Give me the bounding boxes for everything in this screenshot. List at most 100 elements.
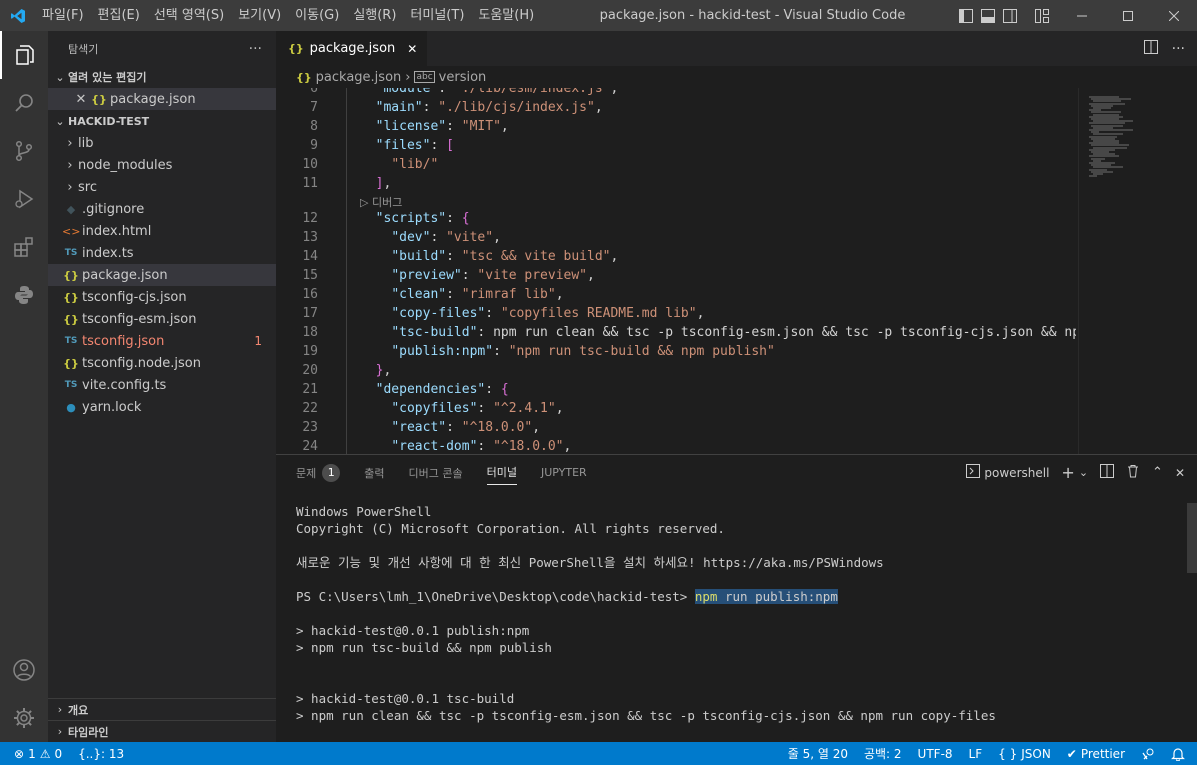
- tree-item-tsconfig-cjs-json[interactable]: {} tsconfig-cjs.json: [48, 286, 276, 308]
- error-icon: ⊗: [14, 746, 25, 761]
- encoding-status[interactable]: UTF-8: [910, 742, 961, 765]
- menu-run[interactable]: 실행(R): [346, 0, 403, 31]
- maximize-icon[interactable]: [1105, 0, 1151, 31]
- minimap[interactable]: [1078, 88, 1183, 454]
- tree-item-lib[interactable]: › lib: [48, 132, 276, 154]
- tree-item-label: index.ts: [82, 245, 134, 261]
- close-window-icon[interactable]: [1151, 0, 1197, 31]
- terminal-output[interactable]: Windows PowerShell Copyright (C) Microso…: [296, 503, 1176, 724]
- editor-tabs: {} package.json ✕ ···: [276, 31, 1197, 66]
- tab-problems[interactable]: 문제 1: [296, 455, 341, 490]
- close-panel-icon[interactable]: ✕: [1175, 466, 1185, 480]
- open-editors-section[interactable]: ⌄ 열려 있는 편집기: [48, 66, 276, 88]
- terminal-line: > hackid-test@0.0.1 tsc-build: [296, 691, 515, 706]
- outline-section[interactable]: › 개요: [48, 698, 276, 720]
- new-terminal-button[interactable]: + ⌄: [1061, 463, 1088, 482]
- breadcrumb-file[interactable]: package.json: [316, 70, 402, 85]
- code-text: "dev": "vite",: [391, 230, 501, 245]
- problems-status[interactable]: ⊗ 1 ⚠ 0: [0, 742, 70, 765]
- customize-layout-icon[interactable]: [1034, 8, 1050, 24]
- line-number: 8: [310, 119, 318, 134]
- split-terminal-icon[interactable]: [1100, 464, 1115, 481]
- toggle-secondary-sidebar-icon[interactable]: [1002, 8, 1018, 24]
- language-mode[interactable]: { } JSON: [990, 742, 1059, 765]
- tree-item-tsconfig-esm-json[interactable]: {} tsconfig-esm.json: [48, 308, 276, 330]
- breadcrumb-symbol[interactable]: version: [439, 70, 487, 85]
- more-actions-button[interactable]: ···: [249, 41, 262, 57]
- explorer-icon[interactable]: [0, 31, 48, 79]
- python-icon[interactable]: [0, 271, 48, 319]
- tab-terminal[interactable]: 터미널: [486, 461, 517, 485]
- codelens-label: 디버그: [371, 196, 403, 209]
- cursor-position[interactable]: 줄 5, 열 20: [780, 742, 856, 765]
- toggle-sidebar-icon[interactable]: [958, 8, 974, 24]
- close-icon[interactable]: ✕: [72, 92, 90, 107]
- tree-item-index-ts[interactable]: TS index.ts: [48, 242, 276, 264]
- account-icon[interactable]: [0, 646, 48, 694]
- line-number: 18: [302, 325, 318, 340]
- menu-help[interactable]: 도움말(H): [471, 0, 541, 31]
- menu-file[interactable]: 파일(F): [35, 0, 91, 31]
- tree-item-index-html[interactable]: <> index.html: [48, 220, 276, 242]
- chevron-down-icon[interactable]: ⌄: [1079, 466, 1088, 479]
- open-editor-item[interactable]: ✕ {} package.json: [48, 88, 276, 110]
- code-line: 15 "preview": "vite preview",: [276, 266, 1076, 285]
- activity-bar: [0, 31, 48, 742]
- live-share-icon[interactable]: [1133, 742, 1163, 765]
- prettier-status[interactable]: ✔ Prettier: [1059, 742, 1133, 765]
- explorer-header: 탐색기 ···: [48, 31, 276, 66]
- indentation-status[interactable]: 공백: 2: [856, 742, 910, 765]
- toggle-panel-icon[interactable]: [980, 8, 996, 24]
- terminal-select[interactable]: powershell: [966, 464, 1049, 481]
- line-number: 19: [302, 344, 318, 359]
- warning-count: 0: [54, 746, 63, 761]
- chevron-right-icon: ›: [405, 69, 411, 85]
- tree-item-tsconfig-node-json[interactable]: {} tsconfig.node.json: [48, 352, 276, 374]
- tree-item-yarn-lock[interactable]: ● yarn.lock: [48, 396, 276, 418]
- tree-item-label: tsconfig-cjs.json: [82, 289, 187, 305]
- maximize-panel-icon[interactable]: ⌃: [1152, 465, 1163, 480]
- tab-output[interactable]: 출력: [364, 455, 384, 490]
- open-editor-label: package.json: [110, 91, 196, 107]
- tree-item--gitignore[interactable]: ◆ .gitignore: [48, 198, 276, 220]
- search-icon[interactable]: [0, 79, 48, 127]
- tree-item-tsconfig-json[interactable]: TS tsconfig.json 1: [48, 330, 276, 352]
- terminal-line: Windows PowerShell: [296, 504, 432, 519]
- menu-go[interactable]: 이동(G): [288, 0, 346, 31]
- editor-scrollbar[interactable]: [1183, 88, 1197, 454]
- minimize-icon[interactable]: [1059, 0, 1105, 31]
- code-editor[interactable]: 6 "module": "./lib/esm/index.js", 7 "main…: [276, 88, 1076, 454]
- tab-label: package.json: [309, 41, 396, 56]
- line-number: 12: [302, 211, 318, 226]
- more-actions-icon[interactable]: ···: [1172, 41, 1185, 57]
- problems-count-badge: 1: [322, 463, 341, 482]
- eol-status[interactable]: LF: [961, 742, 991, 765]
- close-tab-icon[interactable]: ✕: [407, 42, 417, 56]
- extensions-icon[interactable]: [0, 223, 48, 271]
- menu-edit[interactable]: 편집(E): [91, 0, 147, 31]
- json-count-status[interactable]: {..}: 13: [70, 742, 132, 765]
- menu-view[interactable]: 보기(V): [231, 0, 288, 31]
- tree-item-vite-config-ts[interactable]: TS vite.config.ts: [48, 374, 276, 396]
- settings-gear-icon[interactable]: [0, 694, 48, 742]
- menu-selection[interactable]: 선택 영역(S): [147, 0, 231, 31]
- project-section[interactable]: ⌄ HACKID-TEST: [48, 110, 276, 132]
- tab-package-json[interactable]: {} package.json ✕: [276, 31, 428, 66]
- warning-icon: ⚠: [39, 746, 51, 761]
- tree-item-node-modules[interactable]: › node_modules: [48, 154, 276, 176]
- timeline-section[interactable]: › 타임라인: [48, 720, 276, 742]
- tab-jupyter[interactable]: JUPYTER: [541, 455, 587, 490]
- notifications-bell-icon[interactable]: [1163, 742, 1197, 765]
- tree-item-src[interactable]: › src: [48, 176, 276, 198]
- source-control-icon[interactable]: [0, 127, 48, 175]
- run-debug-icon[interactable]: [0, 175, 48, 223]
- line-number: 21: [302, 382, 318, 397]
- split-editor-icon[interactable]: [1143, 39, 1158, 58]
- tab-debug-console[interactable]: 디버그 콘솔: [409, 455, 463, 490]
- terminal-scrollbar[interactable]: [1187, 503, 1197, 573]
- tree-item-package-json[interactable]: {} package.json: [48, 264, 276, 286]
- menu-terminal[interactable]: 터미널(T): [403, 0, 471, 31]
- trash-icon[interactable]: [1126, 464, 1140, 481]
- code-text: "lib/": [391, 157, 439, 172]
- tree-item-label: lib: [78, 135, 94, 151]
